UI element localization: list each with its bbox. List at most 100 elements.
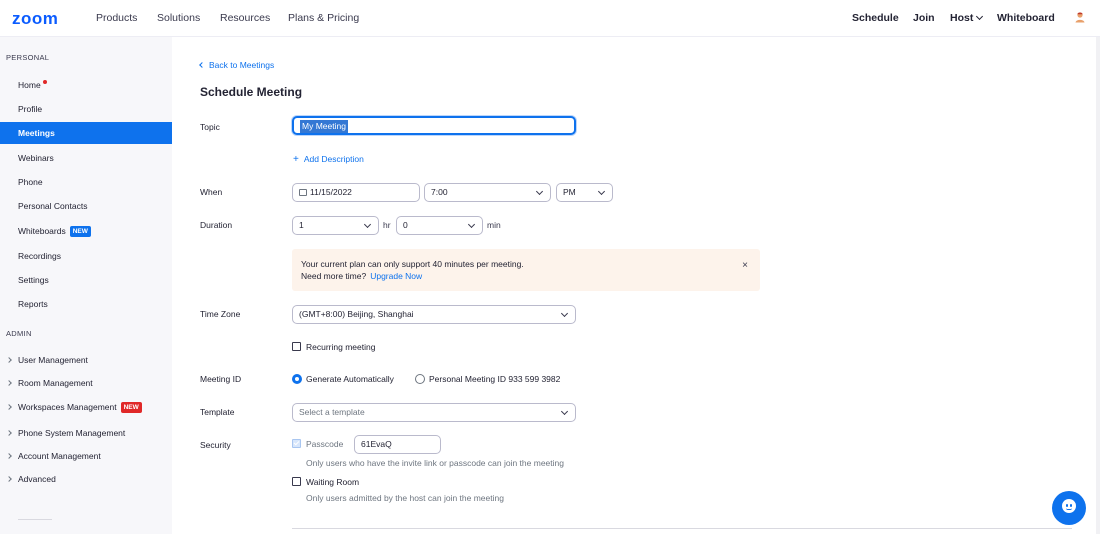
template-label: Template: [200, 407, 235, 417]
sidebar-item-label: Advanced: [18, 474, 56, 484]
date-value: 11/15/2022: [310, 187, 352, 197]
sidebar-item-phone[interactable]: Phone: [0, 171, 172, 193]
sidebar-item-user-management[interactable]: User Management: [0, 350, 172, 370]
sidebar-section-personal: PERSONAL: [6, 53, 50, 62]
checkmark-icon: [293, 439, 300, 446]
sidebar-item-label: Whiteboards: [18, 226, 66, 236]
chevron-right-icon: [6, 430, 12, 436]
add-description-label: Add Description: [303, 154, 364, 164]
chatbot-eye-icon: [1070, 504, 1072, 507]
nav-whiteboard[interactable]: Whiteboard: [997, 12, 1055, 24]
chevron-right-icon: [6, 380, 12, 386]
duration-minutes-value: 0: [403, 220, 408, 230]
sidebar-item-label: Settings: [18, 275, 49, 285]
timezone-select[interactable]: (GMT+8:00) Beijing, Shanghai: [292, 305, 576, 324]
calendar-icon: [299, 189, 307, 196]
notification-dot-icon: [42, 80, 47, 84]
chatbot-icon: [1062, 499, 1076, 513]
security-label: Security: [200, 440, 231, 450]
close-icon[interactable]: ×: [742, 260, 748, 271]
sidebar-item-reports[interactable]: Reports: [0, 293, 172, 315]
notice-text: Your current plan can only support 40 mi…: [301, 259, 524, 269]
sidebar-divider: [18, 519, 52, 520]
timezone-value: (GMT+8:00) Beijing, Shanghai: [299, 309, 414, 319]
back-to-meetings-link[interactable]: Back to Meetings: [199, 60, 275, 70]
timezone-label: Time Zone: [200, 309, 241, 319]
nav-plans-pricing[interactable]: Plans & Pricing: [288, 12, 359, 24]
nav-join[interactable]: Join: [913, 12, 935, 24]
passcode-value: 61EvaQ: [361, 439, 392, 449]
chevron-right-icon: [6, 453, 12, 459]
waiting-room-checkbox[interactable]: [292, 477, 301, 486]
chevron-down-icon: [976, 12, 984, 21]
zoom-logo[interactable]: zoom: [12, 9, 58, 29]
user-avatar-icon[interactable]: [1074, 11, 1086, 23]
topic-input-value: My Meeting: [300, 120, 348, 133]
sidebar-item-meetings[interactable]: Meetings: [0, 122, 172, 144]
waiting-room-label[interactable]: Waiting Room: [306, 477, 359, 487]
radio-personal-meeting-id[interactable]: [415, 374, 425, 384]
passcode-input[interactable]: 61EvaQ: [354, 435, 441, 454]
recurring-checkbox[interactable]: [292, 342, 301, 351]
date-picker[interactable]: 11/15/2022: [292, 183, 420, 202]
sidebar-item-phone-system-management[interactable]: Phone System Management: [0, 423, 172, 443]
sidebar-item-personal-contacts[interactable]: Personal Contacts: [0, 195, 172, 217]
back-link-label: Back to Meetings: [209, 60, 275, 70]
sidebar-item-label: Phone: [18, 177, 43, 187]
sidebar-item-label: Home: [18, 80, 41, 90]
page-title: Schedule Meeting: [200, 85, 303, 99]
upgrade-now-link[interactable]: Upgrade Now: [370, 271, 422, 281]
hours-unit: hr: [383, 220, 391, 230]
duration-hours-select[interactable]: 1: [292, 216, 379, 235]
plan-limit-notice: Your current plan can only support 40 mi…: [292, 249, 760, 291]
time-select[interactable]: 7:00: [424, 183, 551, 202]
page-scrollbar[interactable]: [1096, 37, 1100, 534]
sidebar-item-label: Webinars: [18, 153, 54, 163]
duration-hours-value: 1: [299, 220, 304, 230]
generate-automatically-label[interactable]: Generate Automatically: [306, 374, 394, 384]
sidebar-item-label: Workspaces Management: [18, 402, 117, 412]
add-description-link[interactable]: + Add Description: [293, 154, 364, 165]
ampm-select[interactable]: PM: [556, 183, 613, 202]
nav-solutions[interactable]: Solutions: [157, 12, 200, 24]
sidebar-item-label: Profile: [18, 104, 43, 114]
sidebar-item-account-management[interactable]: Account Management: [0, 446, 172, 466]
radio-generate-automatically[interactable]: [292, 374, 302, 384]
sidebar-item-label: Meetings: [18, 128, 55, 138]
time-value: 7:00: [431, 187, 448, 197]
sidebar-item-settings[interactable]: Settings: [0, 269, 172, 291]
passcode-checkbox: [292, 439, 301, 448]
sidebar-item-label: Personal Contacts: [18, 201, 88, 211]
chevron-right-icon: [6, 357, 12, 363]
nav-resources[interactable]: Resources: [220, 12, 270, 24]
nav-schedule[interactable]: Schedule: [852, 12, 899, 24]
sidebar-item-profile[interactable]: Profile: [0, 98, 172, 120]
sidebar-item-workspaces-management[interactable]: Workspaces Management NEW: [0, 397, 172, 417]
minutes-unit: min: [487, 220, 501, 230]
chatbot-smile-icon: [1066, 508, 1072, 510]
nav-host[interactable]: Host: [950, 12, 984, 24]
when-label: When: [200, 187, 223, 197]
personal-meeting-id-label[interactable]: Personal Meeting ID 933 599 3982: [429, 374, 560, 384]
chevron-down-icon: [560, 309, 569, 318]
sidebar-item-room-management[interactable]: Room Management: [0, 373, 172, 393]
nav-products[interactable]: Products: [96, 12, 137, 24]
new-badge: NEW: [69, 226, 91, 238]
template-select[interactable]: Select a template: [292, 403, 576, 422]
sidebar-item-advanced[interactable]: Advanced: [0, 469, 172, 489]
section-divider: [292, 528, 1072, 529]
sidebar-item-home[interactable]: Home: [0, 74, 172, 96]
chatbot-button[interactable]: [1052, 491, 1086, 525]
sidebar-item-label: Room Management: [18, 378, 93, 388]
sidebar-item-recordings[interactable]: Recordings: [0, 245, 172, 267]
chevron-down-icon: [597, 187, 606, 196]
chevron-down-icon: [363, 220, 372, 229]
duration-minutes-select[interactable]: 0: [396, 216, 483, 235]
recurring-label[interactable]: Recurring meeting: [306, 342, 375, 352]
sidebar-item-label: Reports: [18, 299, 48, 309]
sidebar-item-webinars[interactable]: Webinars: [0, 147, 172, 169]
passcode-help-text: Only users who have the invite link or p…: [306, 458, 564, 468]
topic-input[interactable]: My Meeting: [292, 116, 576, 135]
sidebar-item-whiteboards[interactable]: Whiteboards NEW: [0, 220, 172, 242]
nav-host-label: Host: [950, 12, 974, 24]
